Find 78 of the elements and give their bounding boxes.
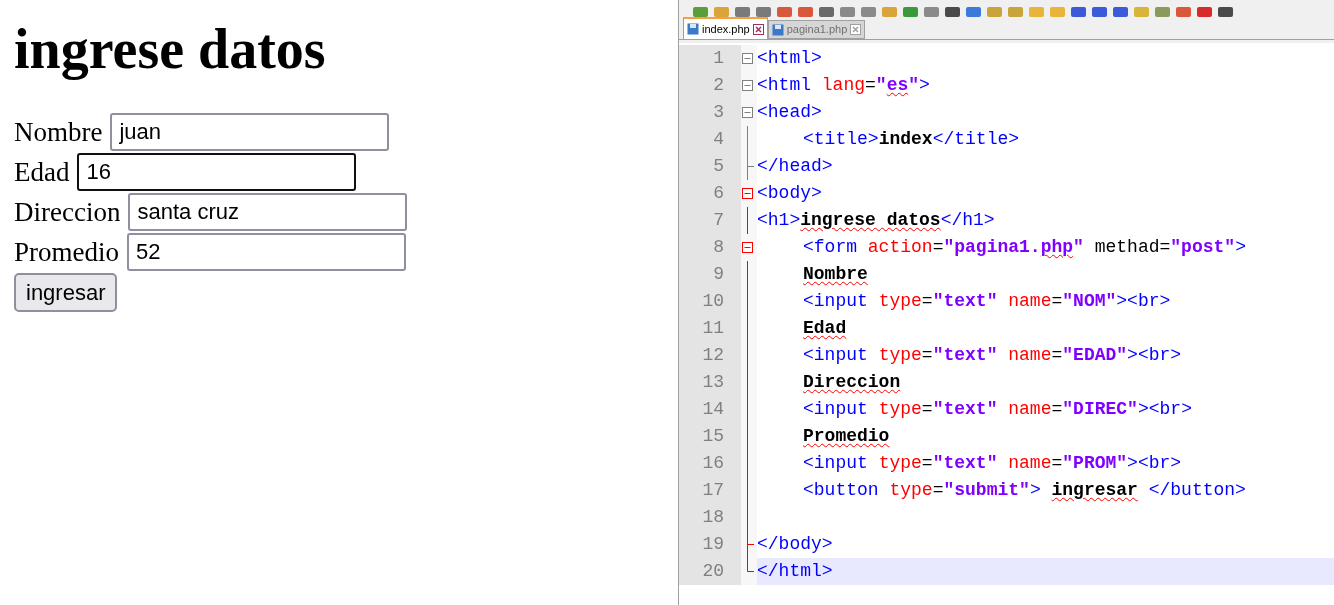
- toolbar-icon[interactable]: [840, 7, 855, 17]
- toolbar-icon[interactable]: [1113, 7, 1128, 17]
- toolbar-icon[interactable]: [1197, 7, 1212, 17]
- toolbar-icon[interactable]: [1071, 7, 1086, 17]
- line-number: 18: [702, 506, 724, 529]
- code-line: <input type="text" name="PROM"><br>: [803, 452, 1182, 475]
- fold-toggle-icon[interactable]: [742, 188, 753, 199]
- page-heading: ingrese datos: [14, 17, 326, 82]
- code-line: <head>: [757, 101, 822, 124]
- toolbar-icon[interactable]: [1155, 7, 1170, 17]
- file-tab[interactable]: index.php: [683, 17, 768, 39]
- code-line: <body>: [757, 182, 822, 205]
- fold-toggle-icon[interactable]: [742, 107, 753, 118]
- line-number: 6: [713, 182, 724, 205]
- tab-label: index.php: [702, 21, 750, 37]
- code-line: <button type="submit"> ingresar </button>: [803, 479, 1246, 502]
- toolbar-icon[interactable]: [777, 7, 792, 17]
- line-number: 17: [702, 479, 724, 502]
- line-number: 10: [702, 290, 724, 313]
- fold-toggle-icon[interactable]: [742, 242, 753, 253]
- line-number: 8: [713, 236, 724, 259]
- toolbar-icon[interactable]: [1092, 7, 1107, 17]
- file-tab[interactable]: pagina1.php: [767, 20, 866, 39]
- line-number: 3: [713, 101, 724, 124]
- toolbar-icon[interactable]: [735, 7, 750, 17]
- toolbar-icon[interactable]: [693, 7, 708, 17]
- toolbar-icon[interactable]: [819, 7, 834, 17]
- code-line: </html>: [757, 560, 833, 583]
- text-input[interactable]: 52: [127, 233, 406, 271]
- line-number: 12: [702, 344, 724, 367]
- line-number: 5: [713, 155, 724, 178]
- toolbar-icon[interactable]: [1176, 7, 1191, 17]
- code-line: <html lang="es">: [757, 74, 930, 97]
- code-line: <input type="text" name="EDAD"><br>: [803, 344, 1182, 367]
- line-number: 20: [702, 560, 724, 583]
- line-number: 16: [702, 452, 724, 475]
- code-line: Promedio: [803, 425, 890, 448]
- close-icon[interactable]: [752, 23, 764, 35]
- code-line: </head>: [757, 155, 833, 178]
- toolbar-icon[interactable]: [756, 7, 771, 17]
- code-line: <title>index</title>: [803, 128, 1020, 151]
- code-line: <h1>ingrese datos</h1>: [757, 209, 995, 232]
- line-number: 15: [702, 425, 724, 448]
- code-line: </body>: [757, 533, 833, 556]
- field-label: Direccion: [14, 197, 121, 227]
- line-number: 14: [702, 398, 724, 421]
- code-line: <form action="pagina1.php" methad="post">: [803, 236, 1246, 259]
- fold-toggle-icon[interactable]: [742, 53, 753, 64]
- line-number: 1: [713, 47, 724, 70]
- field-label: Nombre: [14, 117, 103, 147]
- code-line: Direccion: [803, 371, 901, 394]
- line-number: 9: [713, 263, 724, 286]
- tab-label: pagina1.php: [786, 22, 848, 38]
- field-label: Promedio: [14, 237, 119, 267]
- toolbar-icon[interactable]: [924, 7, 939, 17]
- code-line: Edad: [803, 317, 847, 340]
- line-number: 7: [713, 209, 724, 232]
- line-number: 4: [713, 128, 724, 151]
- toolbar-icon[interactable]: [798, 7, 813, 17]
- toolbar-icon[interactable]: [966, 7, 981, 17]
- line-number: 11: [702, 317, 724, 340]
- line-number: 19: [702, 533, 724, 556]
- toolbar-icon[interactable]: [945, 7, 960, 17]
- toolbar-icon[interactable]: [1218, 7, 1233, 17]
- text-input[interactable]: 16: [77, 153, 357, 191]
- code-line: <html>: [757, 47, 822, 70]
- text-input[interactable]: juan: [110, 113, 390, 151]
- toolbar-icon[interactable]: [903, 7, 918, 17]
- field-label: Edad: [14, 157, 70, 187]
- line-number: 13: [702, 371, 724, 394]
- submit-button[interactable]: ingresar: [14, 273, 118, 312]
- code-line: Nombre: [803, 263, 868, 286]
- fold-toggle-icon[interactable]: [742, 80, 753, 91]
- text-input[interactable]: santa cruz: [128, 193, 408, 231]
- code-line: <input type="text" name="NOM"><br>: [803, 290, 1171, 313]
- line-number: 2: [713, 74, 724, 97]
- code-line: <input type="text" name="DIREC"><br>: [803, 398, 1192, 421]
- toolbar-icon[interactable]: [861, 7, 876, 17]
